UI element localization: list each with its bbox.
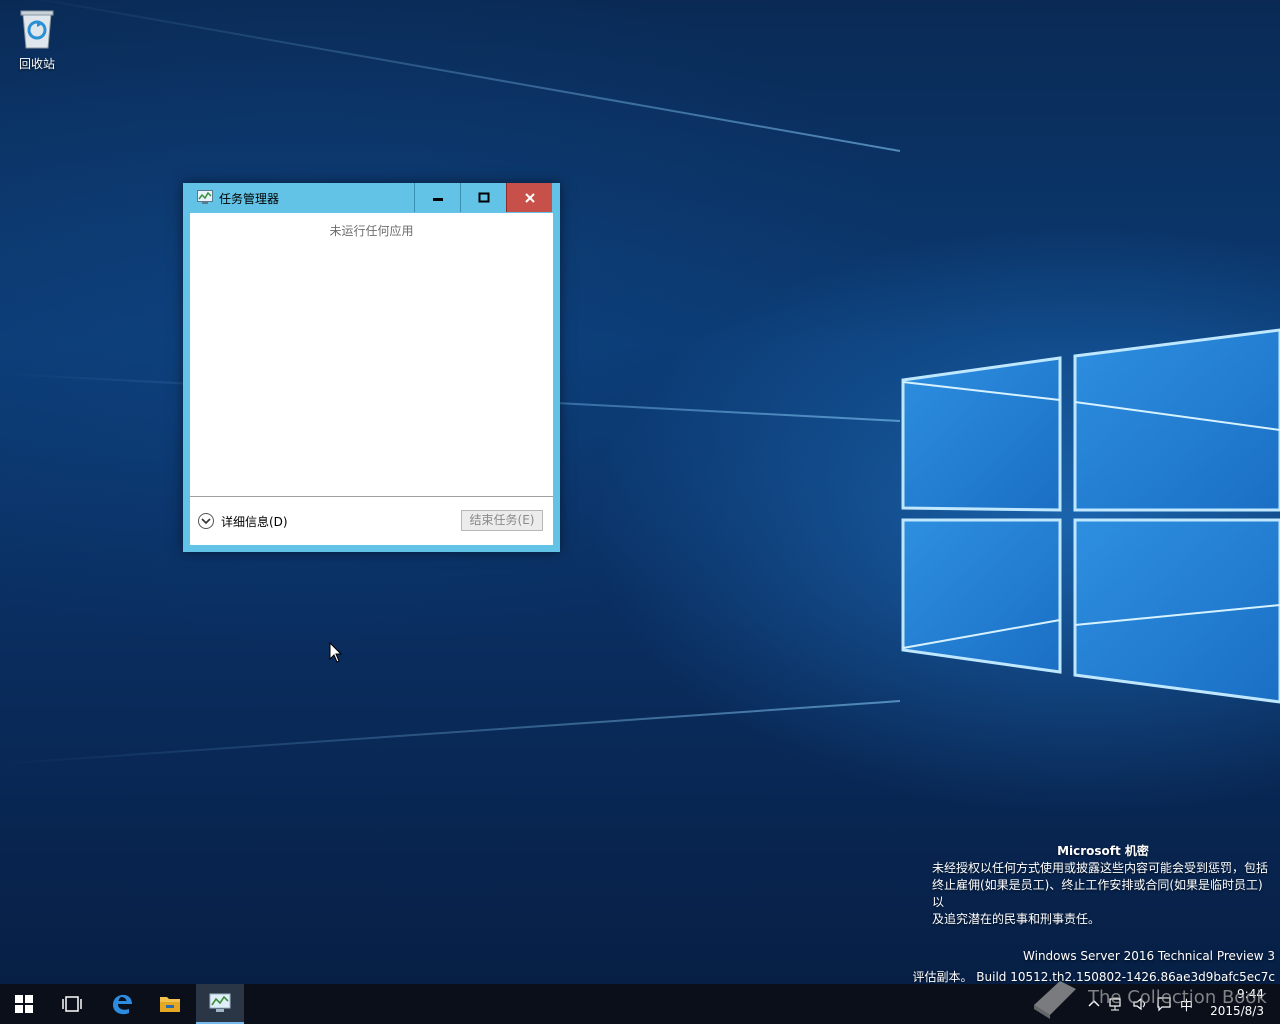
title-bar[interactable]: 任务管理器 (183, 183, 560, 213)
minimize-icon (432, 197, 443, 201)
more-details-label: 详细信息(D) (221, 514, 288, 529)
watermark-line: 及追究潜在的民事和刑事责任。 (932, 912, 1101, 926)
task-manager-taskbar-button[interactable] (196, 984, 244, 1024)
watermark-line: 终止雇佣(如果是员工)、终止工作安排或合同(如果是临时员工)以 (932, 878, 1263, 909)
overlay-watermark-text: The Collection Book (1088, 986, 1267, 1008)
light-beam (2, 700, 901, 765)
window-title: 任务管理器 (219, 192, 280, 206)
file-explorer-icon (160, 997, 180, 1012)
end-task-button[interactable]: 结束任务(E) (461, 510, 543, 531)
start-button[interactable] (0, 984, 48, 1024)
start-icon (15, 995, 33, 1013)
task-manager-window[interactable]: 任务管理器 未运行任何应用 详细信息(D) 结束任务(E) (183, 183, 560, 552)
chevron-down-icon (198, 513, 214, 529)
edge-icon (113, 994, 132, 1015)
recycle-bin-icon (20, 10, 54, 49)
windows-logo-wallpaper (901, 328, 1280, 704)
close-icon (524, 192, 535, 203)
light-beam (13, 0, 901, 152)
task-manager-app-icon (197, 190, 213, 204)
watermark-title: Microsoft 机密 (1057, 844, 1149, 858)
minimize-button[interactable] (414, 183, 460, 212)
close-button[interactable] (506, 183, 552, 212)
maximize-icon (478, 192, 489, 202)
maximize-button[interactable] (460, 183, 506, 212)
file-explorer-button[interactable] (146, 984, 194, 1024)
more-details-toggle[interactable]: 详细信息(D) (198, 512, 288, 530)
task-manager-icon (209, 993, 231, 1012)
book-icon (1034, 981, 1076, 1019)
divider (190, 496, 553, 497)
mouse-cursor-icon (329, 642, 343, 663)
recycle-bin[interactable]: 回收站 (8, 6, 66, 72)
empty-app-list-message: 未运行任何应用 (329, 224, 414, 238)
desktop[interactable]: 回收站 任务管理器 未运行任何应用 详细信息(D) 结束任务(E) Micros… (0, 0, 1280, 984)
edge-browser-button[interactable] (98, 984, 146, 1024)
recycle-bin-label: 回收站 (18, 57, 55, 71)
task-manager-content: 未运行任何应用 详细信息(D) 结束任务(E) (190, 213, 553, 545)
confidential-watermark: Microsoft 机密 未经授权以任何方式使用或披露这些内容可能会受到惩罚，包… (932, 843, 1274, 928)
task-view-icon (62, 996, 82, 1012)
build-line: Windows Server 2016 Technical Preview 3 (1023, 949, 1275, 963)
task-view-button[interactable] (48, 984, 96, 1024)
overlay-watermark: The Collection Book (1030, 975, 1267, 1019)
watermark-line: 未经授权以任何方式使用或披露这些内容可能会受到惩罚，包括 (932, 861, 1269, 875)
